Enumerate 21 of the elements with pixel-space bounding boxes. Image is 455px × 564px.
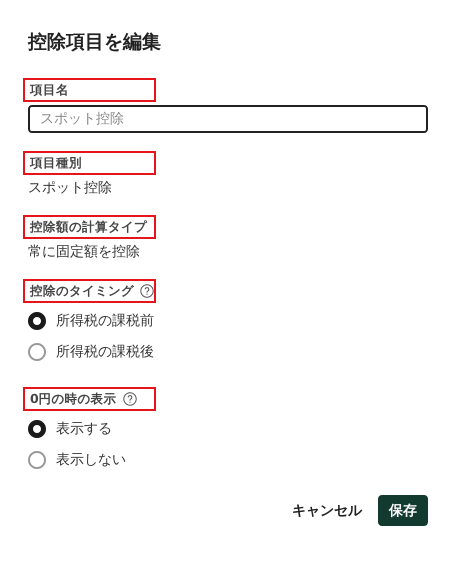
field-label: 控除額の計算タイプ xyxy=(23,215,156,239)
field-label: 控除のタイミング xyxy=(23,279,156,303)
radio-button[interactable] xyxy=(28,420,46,438)
cancel-button[interactable]: キャンセル xyxy=(292,498,362,524)
radio-button[interactable] xyxy=(28,312,46,330)
radio-label[interactable]: 表示しない xyxy=(56,450,126,468)
help-icon[interactable] xyxy=(140,284,154,298)
radio-label[interactable]: 表示する xyxy=(56,420,112,438)
radio-button[interactable] xyxy=(28,342,46,360)
save-button[interactable]: 保存 xyxy=(378,495,428,526)
field-label: 0円の時の表示 xyxy=(23,387,156,411)
radio-label[interactable]: 所得税の課税後 xyxy=(56,342,154,360)
help-icon[interactable] xyxy=(122,392,137,406)
field-value: スポット控除 xyxy=(28,179,113,197)
dialog-title: 控除項目を編集 xyxy=(28,30,162,55)
field-label: 項目名 xyxy=(23,78,156,102)
item-name-field[interactable]: スポット控除 xyxy=(28,105,428,133)
radio-button[interactable] xyxy=(28,450,46,468)
field-label: 項目種別 xyxy=(23,151,156,175)
radio-label[interactable]: 所得税の課税前 xyxy=(56,312,154,330)
field-value: 常に固定額を控除 xyxy=(28,243,141,261)
